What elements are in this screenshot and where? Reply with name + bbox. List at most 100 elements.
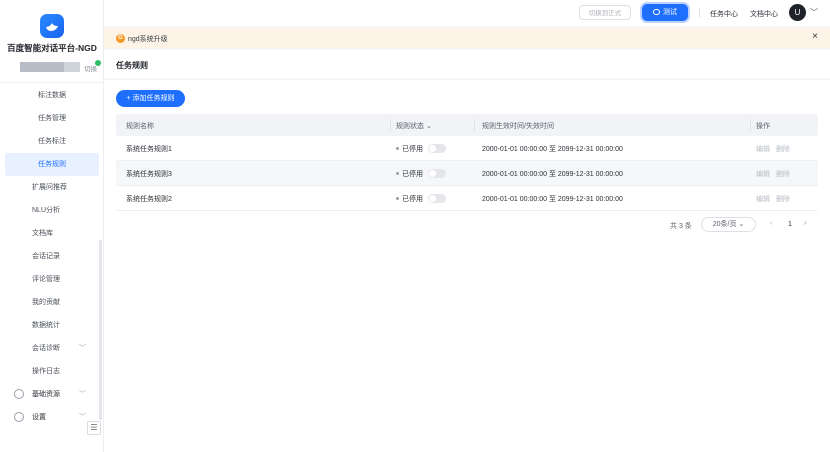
- status-toggle[interactable]: [428, 144, 446, 153]
- sidebar-item-operation-log[interactable]: 操作日志: [0, 360, 104, 383]
- table-row: 系统任务规则1 已停用 2000-01-01 00:00:00 至 2099-1…: [116, 136, 818, 161]
- status-dot-icon: [396, 147, 399, 150]
- test-button[interactable]: 测试: [642, 4, 688, 21]
- table-header: 规则名称 规则状态 ⌄ 规则生效时间/失效时间 操作: [116, 114, 818, 136]
- sidebar-item-label: 扩展问推荐: [32, 184, 67, 191]
- add-button-label: 添加任务规则: [132, 95, 175, 102]
- chevron-down-icon: ﹀: [79, 345, 86, 352]
- main-card: + 添加任务规则 规则名称 规则状态 ⌄ 规则生效时间/失效时间 操作 系统任务…: [104, 80, 830, 452]
- column-header-status[interactable]: 规则状态 ⌄: [396, 121, 432, 131]
- sidebar-item-label: 数据统计: [32, 322, 60, 329]
- rule-status: 已停用: [396, 194, 423, 204]
- edit-link[interactable]: 编辑: [756, 169, 770, 179]
- page-number[interactable]: 1: [788, 221, 792, 228]
- delete-link[interactable]: 删除: [776, 169, 790, 179]
- app-title: 百度智能对话平台-NGD: [7, 43, 97, 53]
- rule-time: 2000-01-01 00:00:00 至 2099-12-31 00:00:0…: [482, 146, 623, 153]
- avatar[interactable]: U: [789, 4, 806, 21]
- rule-name: 系统任务规则3: [126, 171, 172, 178]
- sidebar-item-session-records[interactable]: 会话记录: [0, 245, 104, 268]
- rule-name: 系统任务规则2: [126, 196, 172, 203]
- column-header-status-label: 规则状态: [396, 123, 424, 130]
- rule-status: 已停用: [396, 144, 423, 154]
- sidebar-item-task-annotation[interactable]: 任务标注: [0, 130, 104, 153]
- sidebar-item-nlu-analysis[interactable]: NLU分析: [0, 199, 104, 222]
- rule-name: 系统任务规则1: [126, 146, 172, 153]
- page-size-label: 20条/页: [712, 221, 737, 228]
- rule-time: 2000-01-01 00:00:00 至 2099-12-31 00:00:0…: [482, 196, 623, 203]
- add-task-rule-button[interactable]: + 添加任务规则: [116, 90, 185, 107]
- column-header-time: 规则生效时间/失效时间: [482, 123, 554, 130]
- page-title: 任务规则: [116, 61, 148, 70]
- edit-link[interactable]: 编辑: [756, 194, 770, 204]
- sidebar-item-label: 操作日志: [32, 368, 60, 375]
- user-switcher[interactable]: 切换: [20, 59, 102, 73]
- sidebar-item-comment-management[interactable]: 评论管理: [0, 268, 104, 291]
- chevron-down-icon: ﹀: [79, 414, 86, 421]
- status-dot-icon: [396, 172, 399, 175]
- rule-status-label: 已停用: [402, 196, 423, 203]
- notice-text: ngd系统升级: [128, 36, 168, 43]
- column-header-actions: 操作: [756, 123, 770, 130]
- rule-status: 已停用: [396, 169, 423, 179]
- close-icon[interactable]: ×: [812, 31, 818, 42]
- sidebar-item-basic-resources[interactable]: 基础资源 ﹀: [0, 383, 104, 406]
- sidebar-item-label: NLU分析: [32, 207, 61, 214]
- sidebar-item-label: 会话诊断: [32, 345, 60, 352]
- gear-icon: [14, 412, 24, 422]
- sidebar-item-doc-library[interactable]: 文档库: [0, 222, 104, 245]
- sidebar-item-my-contribution[interactable]: 我的贡献: [0, 291, 104, 314]
- next-page-icon[interactable]: ›: [804, 220, 806, 227]
- task-center-link[interactable]: 任务中心: [710, 9, 738, 19]
- sidebar-item-label: 设置: [32, 414, 46, 421]
- delete-link[interactable]: 删除: [776, 144, 790, 154]
- status-toggle[interactable]: [428, 169, 446, 178]
- column-divider: [474, 119, 475, 131]
- filter-icon[interactable]: ⌄: [424, 123, 432, 130]
- sidebar-nav: 标注数据 任务管理 任务标注 任务规则 扩展问推荐 NLU分析 文档库 会话记录…: [0, 84, 104, 429]
- sidebar-item-statistics[interactable]: 数据统计: [0, 314, 104, 337]
- rule-status-label: 已停用: [402, 146, 423, 153]
- sidebar-item-task-management[interactable]: 任务管理: [0, 107, 104, 130]
- doc-center-link[interactable]: 文档中心: [750, 9, 778, 19]
- page-size-select[interactable]: 20条/页 ⌄: [701, 217, 756, 232]
- delete-link[interactable]: 删除: [776, 194, 790, 204]
- sidebar-item-label: 文档库: [32, 230, 53, 237]
- sidebar-item-label: 标注数据: [38, 92, 66, 99]
- column-divider: [390, 119, 391, 131]
- status-dot-icon: [396, 197, 399, 200]
- sidebar-item-task-rules[interactable]: 任务规则: [5, 153, 99, 176]
- switch-to-prod-button[interactable]: 切换到正式: [579, 5, 631, 20]
- chevron-down-icon: ⌄: [736, 221, 745, 228]
- sidebar-scrollbar[interactable]: [99, 240, 102, 420]
- edit-link[interactable]: 编辑: [756, 144, 770, 154]
- sidebar-item-label: 任务规则: [38, 161, 66, 168]
- sidebar-item-label: 任务管理: [38, 115, 66, 122]
- prev-page-icon[interactable]: ‹: [770, 220, 772, 227]
- sidebar-item-label: 基础资源: [32, 391, 60, 398]
- top-bar: 切换到正式 测试 任务中心 文档中心 U ﹀: [104, 0, 830, 26]
- chat-icon: [653, 9, 660, 15]
- sidebar-item-label: 会话记录: [32, 253, 60, 260]
- divider: [699, 8, 700, 18]
- user-name-mask: [20, 62, 64, 72]
- sidebar-item-annotation-data[interactable]: 标注数据: [0, 84, 104, 107]
- column-header-name: 规则名称: [126, 123, 154, 130]
- chevron-down-icon: ﹀: [79, 391, 86, 398]
- resources-icon: [14, 389, 24, 399]
- chevron-down-icon[interactable]: ﹀: [810, 7, 818, 18]
- switch-link[interactable]: 切换: [84, 63, 97, 73]
- sidebar-item-session-diagnosis[interactable]: 会话诊断 ﹀: [0, 337, 104, 360]
- notice-bar: G ngd系统升级 ×: [104, 28, 830, 48]
- notice-icon: G: [116, 34, 125, 43]
- rule-status-label: 已停用: [402, 171, 423, 178]
- total-count: 共 3 条: [670, 223, 692, 230]
- table-row: 系统任务规则3 已停用 2000-01-01 00:00:00 至 2099-1…: [116, 161, 818, 186]
- status-toggle[interactable]: [428, 194, 446, 203]
- table-row: 系统任务规则2 已停用 2000-01-01 00:00:00 至 2099-1…: [116, 186, 818, 211]
- menu-fold-icon[interactable]: ☰: [87, 421, 101, 435]
- sidebar-item-extended-question[interactable]: 扩展问推荐: [0, 176, 104, 199]
- sidebar-item-label: 我的贡献: [32, 299, 60, 306]
- app-logo-icon: [40, 14, 64, 38]
- divider: [0, 82, 104, 83]
